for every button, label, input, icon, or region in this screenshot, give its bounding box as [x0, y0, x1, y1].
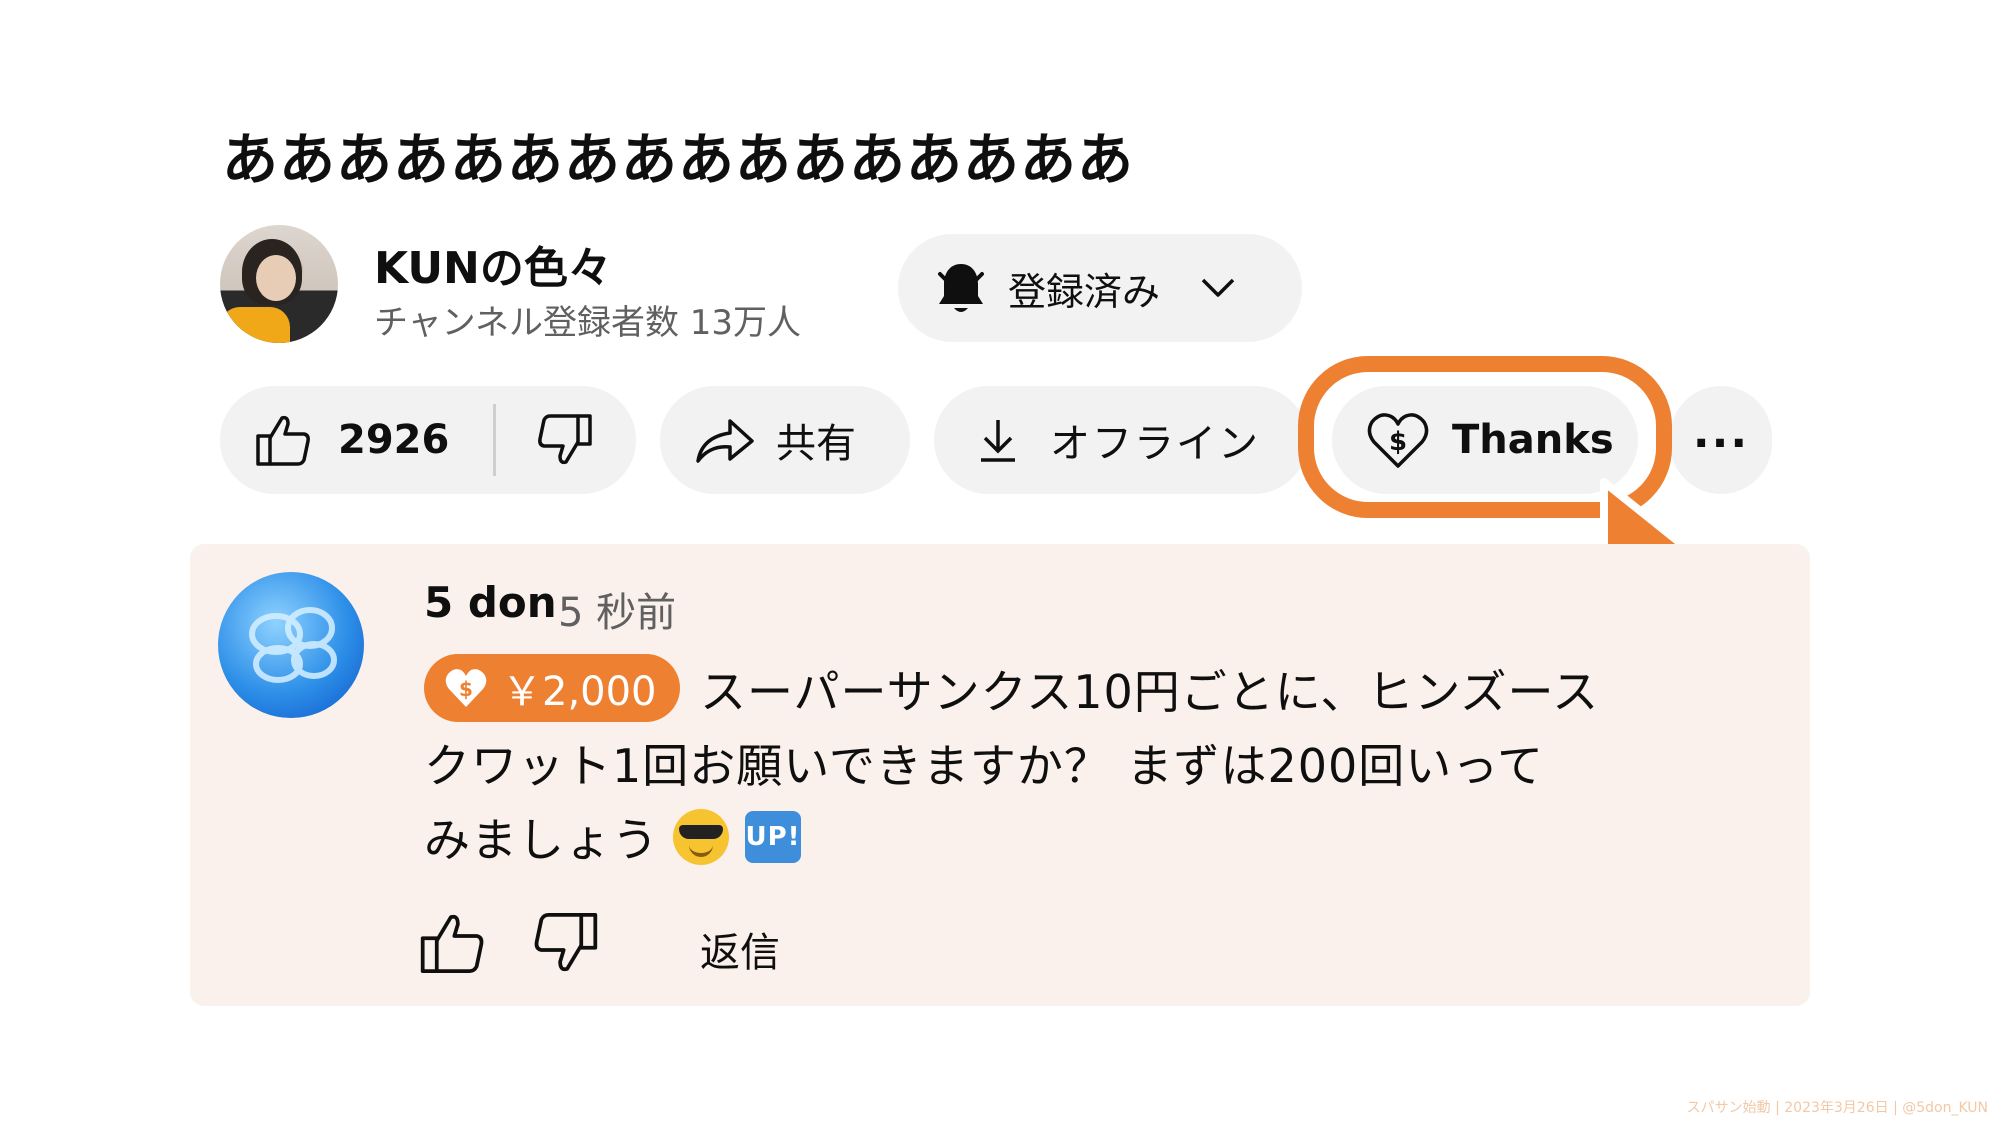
offline-download-button[interactable]: オフライン — [934, 386, 1308, 494]
thumbs-down-icon — [538, 414, 593, 465]
super-thanks-amount: ￥2,000 — [502, 669, 657, 715]
chevron-down-icon — [1201, 278, 1235, 297]
like-button[interactable]: 2926 — [220, 386, 493, 494]
super-thanks-amount-badge: $ ￥2,000 — [424, 654, 680, 722]
svg-text:$: $ — [459, 677, 473, 701]
comment-text-line-3-row: みましょう UP! — [424, 804, 801, 870]
avatar-clothing — [220, 307, 290, 343]
video-title: ああああああああああああああああ — [222, 128, 1134, 193]
footer-credit: スパサン始動 | 2023年3月26日 | @5don_KUN — [1686, 1100, 1988, 1116]
channel-avatar[interactable] — [220, 225, 338, 343]
comment-text-line-1: スーパーサンクス10円ごとに、ヒンズース — [700, 665, 1600, 719]
like-count: 2926 — [338, 417, 450, 463]
clover-avatar-icon — [249, 607, 337, 683]
comment-text-line-2: クワット1回お願いできますか？ まずは200回いって — [424, 739, 1545, 793]
bell-icon — [938, 264, 984, 312]
subscribed-button[interactable]: 登録済み — [898, 234, 1302, 342]
share-icon — [696, 419, 754, 463]
more-dots-icon: ... — [1692, 406, 1750, 458]
comment-timestamp: 5 秒前 — [558, 590, 677, 636]
dislike-button[interactable] — [496, 386, 594, 494]
like-dislike-group: 2926 — [220, 386, 636, 494]
glasses-shape — [679, 825, 723, 839]
comment-dislike-icon[interactable] — [532, 910, 600, 976]
subscriber-count: チャンネル登録者数 13万人 — [374, 303, 802, 343]
heart-dollar-badge-icon: $ — [445, 669, 487, 707]
download-icon — [981, 420, 1015, 462]
avatar-face — [256, 255, 296, 301]
commenter-avatar[interactable] — [218, 572, 364, 718]
up-emoji-icon: UP! — [745, 811, 801, 863]
share-label: 共有 — [776, 421, 856, 467]
mouth-shape — [689, 845, 713, 857]
comment-text-line-3: みましょう — [424, 813, 659, 867]
comment-like-icon[interactable] — [418, 910, 486, 976]
channel-name[interactable]: KUNの色々 — [374, 232, 612, 296]
share-button[interactable]: 共有 — [660, 386, 910, 494]
reply-button[interactable]: 返信 — [700, 920, 780, 978]
sunglasses-emoji-icon — [673, 809, 729, 865]
commenter-name[interactable]: 5 don — [424, 578, 557, 627]
offline-label: オフライン — [1050, 421, 1260, 467]
thumbs-up-icon — [256, 415, 310, 466]
subscribed-label: 登録済み — [1008, 269, 1161, 314]
